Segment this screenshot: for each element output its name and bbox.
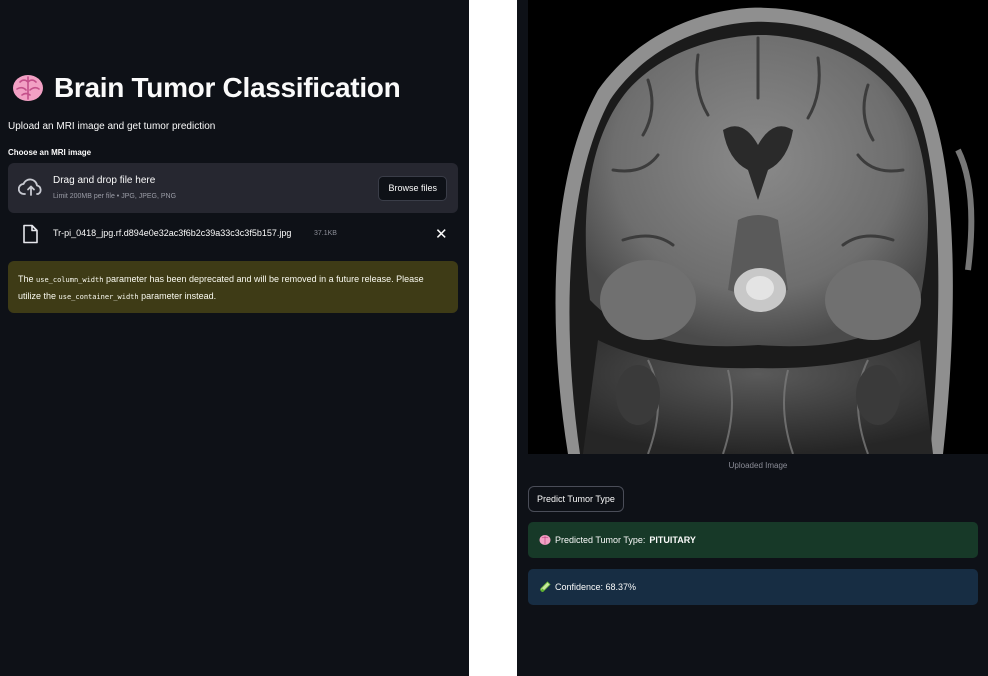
page-title: Brain Tumor Classification [12, 72, 401, 104]
prediction-label: Predicted Tumor Type: [555, 535, 646, 545]
test-tube-emoji-icon [540, 581, 551, 592]
page-title-text: Brain Tumor Classification [54, 72, 401, 103]
predict-tumor-type-button[interactable]: Predict Tumor Type [528, 486, 624, 512]
right-panel: Uploaded Image Predict Tumor Type Predic… [517, 0, 988, 676]
confidence-alert: Confidence: 68.37% [528, 569, 978, 605]
prediction-value: PITUITARY [649, 535, 696, 545]
uploader-label: Choose an MRI image [8, 148, 92, 157]
image-caption: Uploaded Image [728, 461, 788, 470]
warning-text-post: parameter instead. [138, 291, 217, 301]
uploaded-file-name: Tr-pi_0418_jpg.rf.d894e0e32ac3f6b2c39a33… [53, 228, 292, 238]
dropzone-hint: Limit 200MB per file • JPG, JPEG, PNG [53, 193, 177, 200]
left-panel: Brain Tumor Classification Upload an MRI… [0, 0, 469, 676]
remove-file-close-icon[interactable]: ✕ [435, 225, 448, 243]
dropzone-title: Drag and drop file here [53, 175, 156, 186]
warning-code-column-width: use_column_width [36, 276, 104, 284]
brain-emoji-icon [539, 535, 551, 545]
brain-emoji-icon [13, 75, 43, 101]
cloud-upload-icon [18, 178, 42, 196]
file-dropzone[interactable]: Drag and drop file here Limit 200MB per … [8, 163, 458, 213]
deprecation-warning: The use_column_width parameter has been … [8, 261, 458, 313]
file-icon [23, 224, 38, 244]
uploaded-file-row: Tr-pi_0418_jpg.rf.d894e0e32ac3f6b2c39a33… [8, 222, 458, 248]
uploaded-file-size: 37.1KB [314, 230, 337, 237]
warning-text-pre: The [18, 274, 37, 284]
warning-code-container-width: use_container_width [58, 293, 139, 301]
mri-scan-image [528, 0, 988, 454]
prediction-result-alert: Predicted Tumor Type: PITUITARY [528, 522, 978, 558]
confidence-text: Confidence: 68.37% [555, 582, 637, 592]
browse-files-button[interactable]: Browse files [378, 176, 447, 201]
uploaded-mri-image [528, 0, 988, 454]
page-subtitle: Upload an MRI image and get tumor predic… [8, 121, 216, 132]
